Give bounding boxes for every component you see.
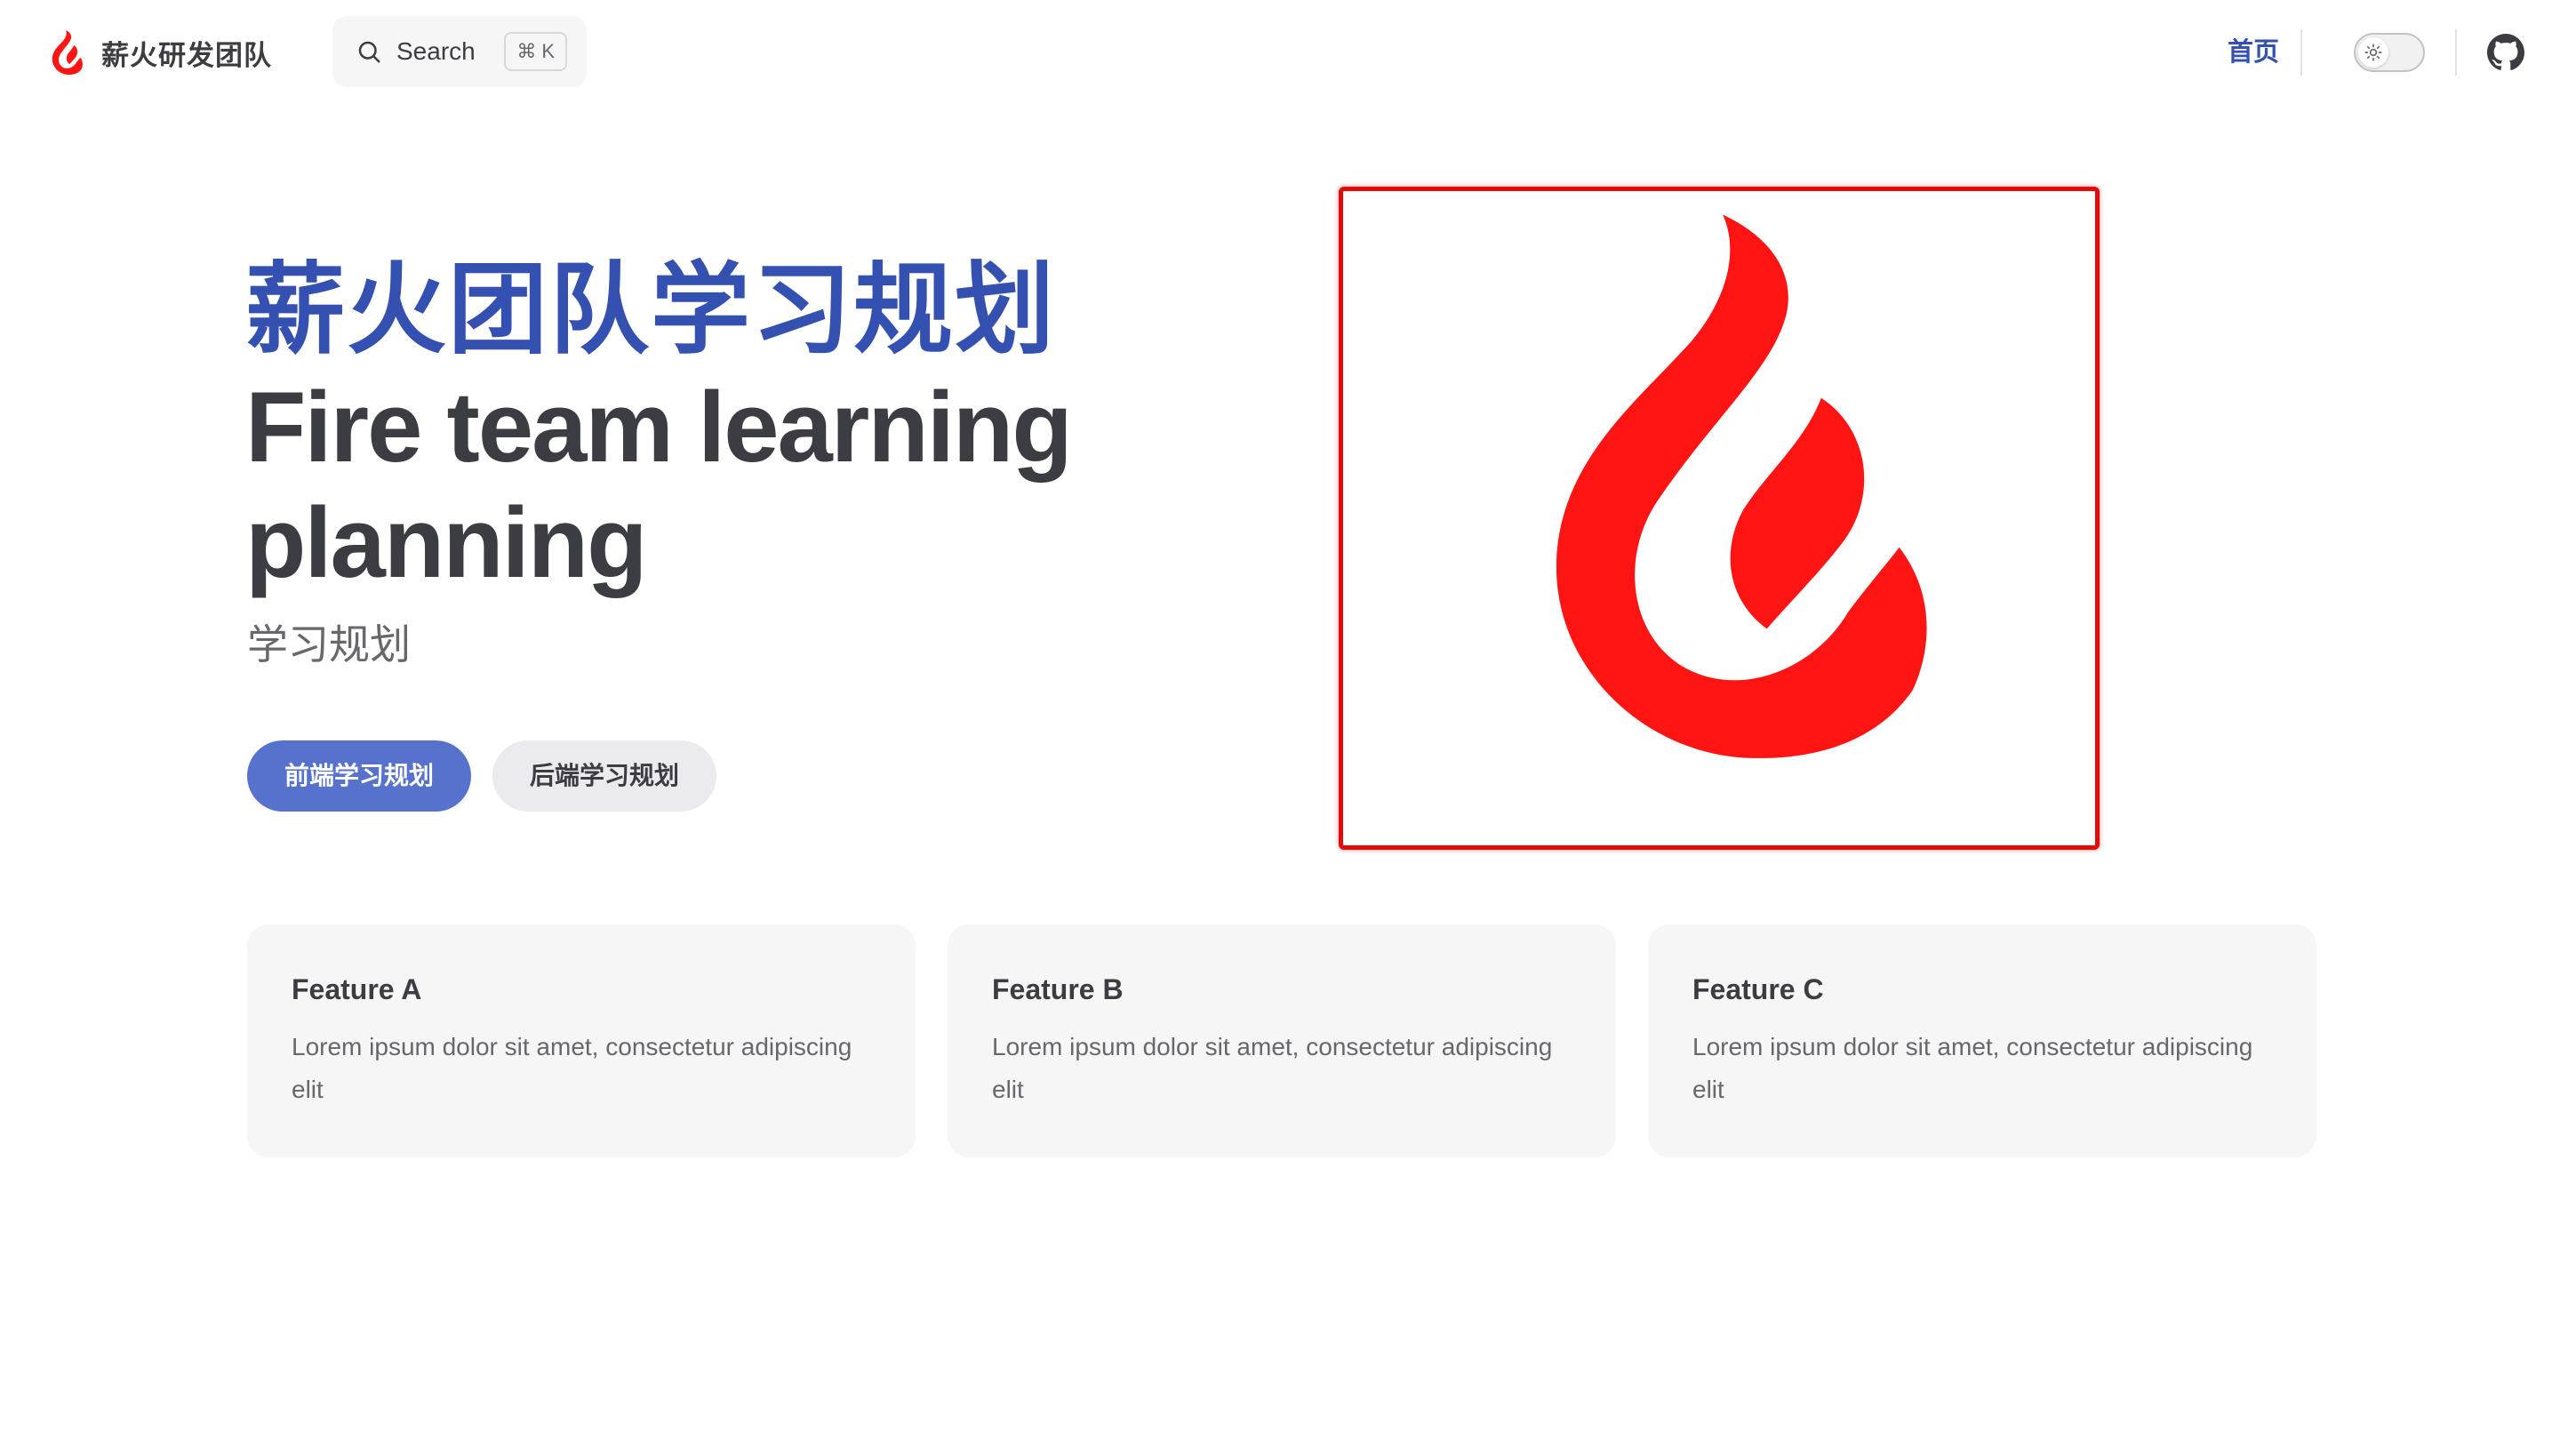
site-title-link[interactable]: 薪火研发团队: [50, 27, 272, 78]
hero-tagline: 学习规划: [247, 621, 411, 668]
nav-divider: [2300, 29, 2302, 76]
hero-actions: 前端学习规划 后端学习规划: [247, 740, 717, 812]
site-title: 薪火研发团队: [101, 39, 272, 71]
hero-image: [1339, 187, 2100, 850]
appearance-toggle[interactable]: [2354, 33, 2425, 72]
frontend-plan-button[interactable]: 前端学习规划: [247, 740, 472, 812]
flame-logo-icon: [52, 30, 83, 75]
feature-details: Lorem ipsum dolor sit amet, consectetur …: [1692, 1033, 2253, 1103]
feature-card: Feature B Lorem ipsum dolor sit amet, co…: [948, 924, 1616, 1157]
feature-details: Lorem ipsum dolor sit amet, consectetur …: [292, 1033, 852, 1103]
search-button[interactable]: Search ⌘ K: [332, 16, 587, 87]
hero-name: 薪火团队学习规划: [245, 254, 1056, 365]
github-link[interactable]: [2487, 34, 2524, 71]
github-icon: [2487, 34, 2524, 70]
feature-details: Lorem ipsum dolor sit amet, consectetur …: [992, 1033, 1553, 1103]
search-label: Search: [396, 37, 476, 65]
flame-logo-icon: [1556, 214, 1927, 758]
feature-title: Feature B: [992, 973, 1124, 1005]
shortcut-key: K: [541, 40, 555, 62]
command-key-icon: ⌘: [516, 40, 537, 62]
feature-title: Feature A: [292, 973, 422, 1005]
nav-link-home[interactable]: 首页: [2228, 30, 2279, 75]
backend-plan-button[interactable]: 后端学习规划: [492, 740, 717, 812]
nav-divider: [2455, 29, 2457, 76]
feature-card: Feature A Lorem ipsum dolor sit amet, co…: [247, 924, 916, 1157]
toggle-knob: [2358, 37, 2388, 68]
search-shortcut: ⌘ K: [504, 32, 567, 71]
navbar: 薪火研发团队 Search ⌘ K 首页: [0, 0, 2576, 105]
hero-text: Fire team learning planning: [245, 372, 1073, 598]
search-icon: [358, 41, 380, 63]
feature-title: Feature C: [1692, 973, 1824, 1005]
sun-icon: [2364, 44, 2382, 61]
feature-card: Feature C Lorem ipsum dolor sit amet, co…: [1648, 924, 2316, 1157]
